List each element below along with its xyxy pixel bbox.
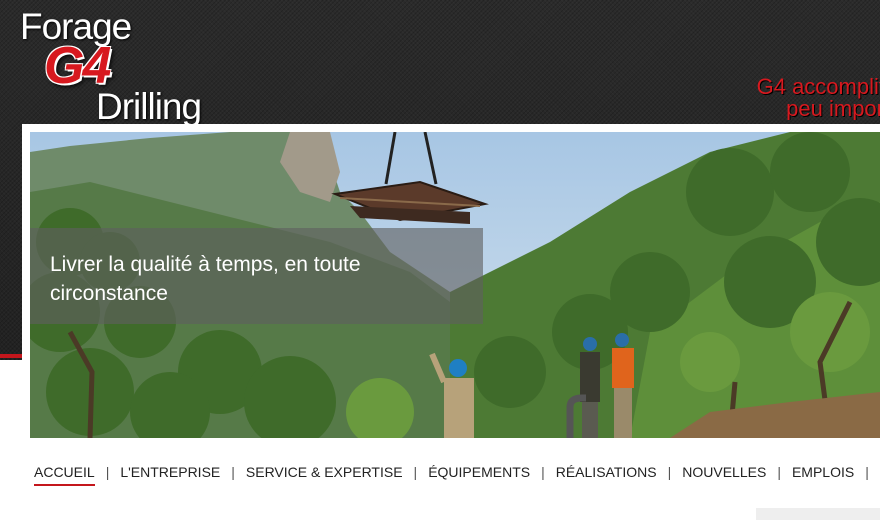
hero-caption: Livrer la qualité à temps, en toute circ… xyxy=(30,228,483,324)
nav-item-realisations[interactable]: RÉALISATIONS xyxy=(552,464,661,480)
sidebar-box xyxy=(756,508,880,520)
site-logo[interactable]: Forage G4 Drilling xyxy=(18,6,228,128)
header-accent-line xyxy=(0,354,24,358)
hero-caption-text: Livrer la qualité à temps, en toute circ… xyxy=(50,253,361,305)
logo-word-drilling: Drilling xyxy=(96,86,202,127)
nav-separator: | xyxy=(667,464,672,480)
nav-item-service-expertise[interactable]: SERVICE & EXPERTISE xyxy=(242,464,407,480)
tagline-line-1: G4 accomplit xyxy=(756,76,880,99)
tagline-line-2: peu impor xyxy=(786,96,880,120)
nav-separator: | xyxy=(865,464,869,480)
nav-item-entreprise[interactable]: L'ENTREPRISE xyxy=(116,464,224,480)
nav-item-equipements[interactable]: ÉQUIPEMENTS xyxy=(424,464,534,480)
nav-separator: | xyxy=(413,464,418,480)
nav-separator: | xyxy=(777,464,781,480)
header-tagline: G4 accomplit peu impor xyxy=(680,76,880,120)
nav-item-nouvelles[interactable]: NOUVELLES xyxy=(678,464,770,480)
nav-separator: | xyxy=(541,464,545,480)
nav-separator: | xyxy=(231,464,235,480)
nav-item-accueil[interactable]: ACCUEIL xyxy=(30,464,99,486)
nav-separator: | xyxy=(105,464,110,480)
nav-item-emplois[interactable]: EMPLOIS xyxy=(788,464,858,480)
main-nav: ACCUEIL | L'ENTREPRISE | SERVICE & EXPER… xyxy=(30,460,876,486)
